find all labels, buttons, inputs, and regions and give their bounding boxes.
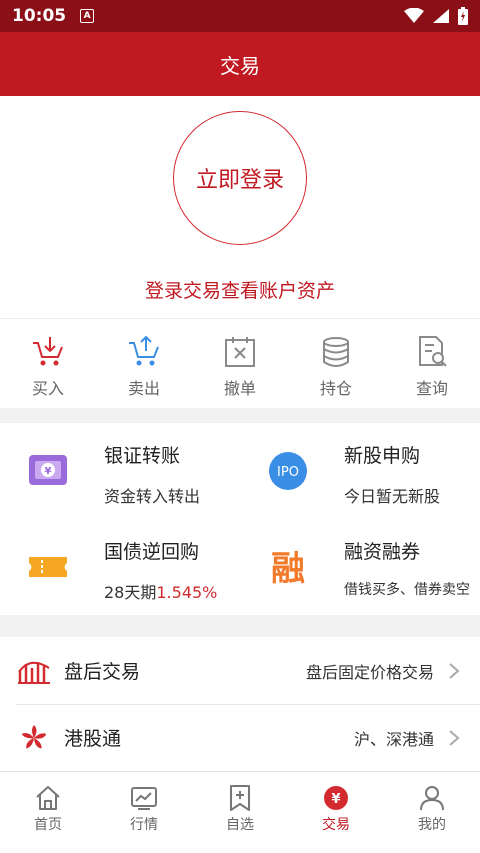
reverse-repo-title: 国债逆回购 xyxy=(104,541,200,563)
database-icon xyxy=(323,337,349,367)
tab-watchlist[interactable]: 自选 xyxy=(192,772,288,853)
notification-a-icon: A xyxy=(80,9,95,23)
ipo-item[interactable]: IPO 新股申购 今日暂无新股 xyxy=(240,423,480,519)
tab-profile-label: 我的 xyxy=(418,817,446,833)
after-hours-row[interactable]: 盘后交易 盘后固定价格交易 xyxy=(0,637,480,705)
trade-icon-glyph: ¥ xyxy=(331,792,340,807)
margin-trading-subtitle: 借钱买多、借券卖空 xyxy=(344,582,470,598)
battery-icon xyxy=(458,7,468,25)
watchlist-icon xyxy=(230,785,250,811)
cancel-order-button[interactable]: 撤单 xyxy=(192,319,288,408)
svg-text:¥: ¥ xyxy=(45,466,52,477)
after-hours-icon xyxy=(18,661,50,684)
query-label: 查询 xyxy=(415,379,448,398)
tab-trade[interactable]: ¥ 交易 xyxy=(288,772,384,853)
tab-watchlist-label: 自选 xyxy=(226,817,254,833)
trade-icon: ¥ xyxy=(324,786,348,810)
hk-connect-title: 港股通 xyxy=(64,728,122,750)
tab-home[interactable]: 首页 xyxy=(0,772,96,853)
positions-button[interactable]: 持仓 xyxy=(288,319,384,408)
login-button[interactable]: 立即登录 xyxy=(173,111,307,245)
margin-icon-text: 融 xyxy=(271,549,305,587)
tab-profile[interactable]: 我的 xyxy=(384,772,480,853)
signal-icon xyxy=(433,9,449,23)
bank-transfer-item[interactable]: ¥ 银证转账 资金转入转出 xyxy=(0,423,240,519)
repo-rate: 1.545% xyxy=(156,583,218,602)
sell-button[interactable]: 卖出 xyxy=(96,319,192,408)
margin-icon: 融 xyxy=(271,549,305,587)
tab-market[interactable]: 行情 xyxy=(96,772,192,853)
ipo-title: 新股申购 xyxy=(344,445,421,467)
page-title: 交易 xyxy=(220,53,260,78)
bank-transfer-title: 银证转账 xyxy=(104,445,181,467)
status-time: 10:05 xyxy=(12,6,67,26)
bottom-tab-bar: 首页 行情 自选 ¥ 交易 我的 xyxy=(0,771,480,853)
after-hours-subtitle: 盘后固定价格交易 xyxy=(305,662,434,682)
ticket-icon xyxy=(29,557,67,577)
home-icon xyxy=(36,786,60,810)
ipo-icon-text: IPO xyxy=(277,465,299,480)
margin-trading-title: 融资融券 xyxy=(344,541,421,563)
bauhinia-icon xyxy=(21,724,47,749)
wifi-icon xyxy=(404,8,424,23)
query-button[interactable]: 查询 xyxy=(384,319,480,408)
buy-button[interactable]: 买入 xyxy=(0,319,96,408)
login-hint: 登录交易查看账户资产 xyxy=(144,280,335,302)
status-icons xyxy=(404,7,468,25)
cart-up-icon xyxy=(129,335,159,366)
sell-label: 卖出 xyxy=(127,379,160,398)
tab-home-label: 首页 xyxy=(34,817,62,833)
repo-term: 28天期 xyxy=(104,583,157,602)
margin-trading-item[interactable]: 融 融资融券 借钱买多、借券卖空 xyxy=(240,519,480,615)
hk-connect-subtitle: 沪、深港通 xyxy=(353,729,434,749)
cancel-order-label: 撤单 xyxy=(223,379,256,398)
status-bar: 10:05 A xyxy=(0,0,480,32)
chevron-right-icon xyxy=(449,729,460,746)
tab-trade-label: 交易 xyxy=(322,817,350,833)
feature-grid: ¥ 银证转账 资金转入转出 IPO 新股申购 今日暂无新股 国债逆回购 28天期… xyxy=(0,423,480,615)
cancel-order-icon xyxy=(225,337,255,367)
profile-icon xyxy=(420,786,444,811)
bank-transfer-subtitle: 资金转入转出 xyxy=(104,487,201,506)
reverse-repo-subtitle: 28天期1.545% xyxy=(104,579,217,603)
reverse-repo-item[interactable]: 国债逆回购 28天期1.545% xyxy=(0,519,240,615)
quick-actions: 买入 卖出 撤单 持仓 查询 xyxy=(0,318,480,408)
ipo-subtitle: 今日暂无新股 xyxy=(344,487,441,506)
cart-down-icon xyxy=(33,337,63,366)
transfer-icon: ¥ xyxy=(29,455,67,485)
chevron-right-icon xyxy=(449,662,460,679)
ipo-icon: IPO xyxy=(269,452,307,490)
tab-market-label: 行情 xyxy=(130,817,158,833)
search-document-icon xyxy=(419,336,447,367)
services-list: 盘后交易 盘后固定价格交易 港股通 沪、深港通 xyxy=(0,637,480,771)
positions-label: 持仓 xyxy=(319,379,352,398)
hk-connect-row[interactable]: 港股通 沪、深港通 xyxy=(0,704,480,771)
after-hours-title: 盘后交易 xyxy=(64,661,141,683)
login-section: 立即登录 登录交易查看账户资产 xyxy=(0,96,480,318)
market-icon xyxy=(131,787,157,810)
buy-label: 买入 xyxy=(31,379,64,398)
app-bar: 交易 xyxy=(0,32,480,96)
